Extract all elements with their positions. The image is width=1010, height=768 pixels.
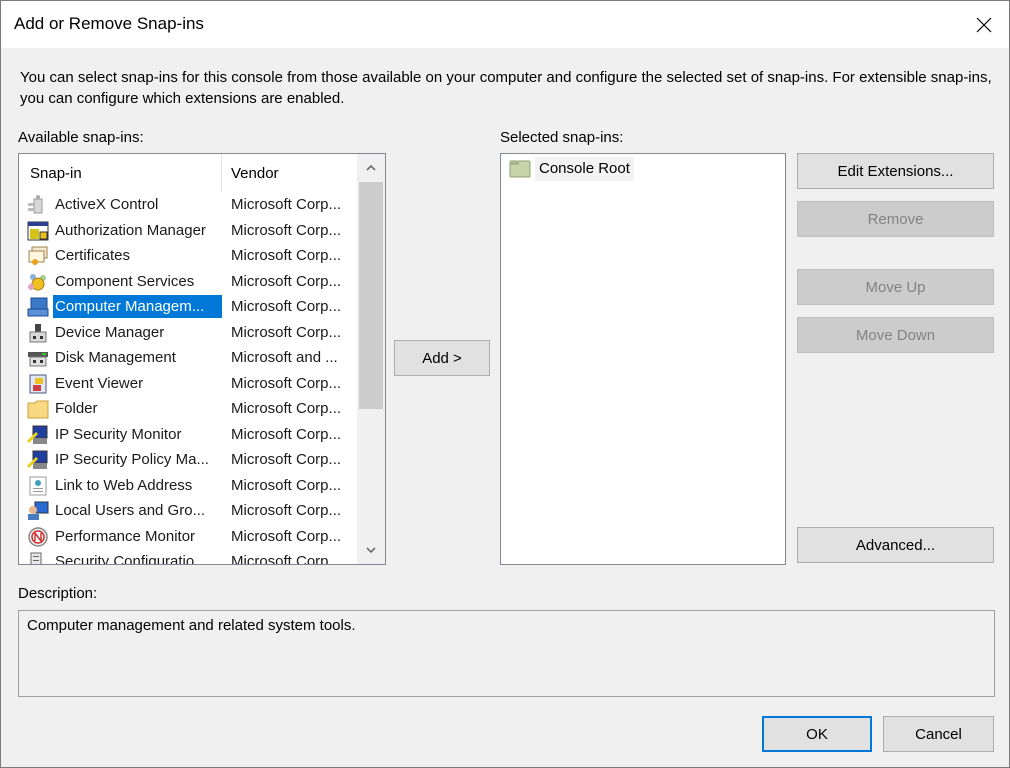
- folder-icon: [27, 400, 49, 419]
- snapin-name: Device Manager: [55, 323, 165, 341]
- snapin-name: Computer Managem...: [53, 295, 222, 318]
- move-down-button[interactable]: Move Down: [797, 317, 994, 353]
- snapin-row[interactable]: Certificates Microsoft Corp...: [19, 243, 357, 269]
- local-users-groups-icon: [28, 501, 49, 520]
- snapin-vendor: Microsoft Corp...: [231, 425, 342, 443]
- scroll-up-button[interactable]: [357, 154, 385, 182]
- selected-snapins-tree[interactable]: Console Root: [500, 153, 786, 565]
- scrollbar-thumb[interactable]: [359, 182, 383, 409]
- snapin-row[interactable]: Performance Monitor Microsoft Corp...: [19, 524, 357, 550]
- event-viewer-icon: [29, 374, 47, 393]
- tree-item-console-root[interactable]: Console Root: [509, 156, 634, 182]
- description-box: Computer management and related system t…: [18, 610, 995, 697]
- column-header-vendor[interactable]: Vendor: [223, 154, 355, 192]
- title-bar: Add or Remove Snap-ins: [1, 1, 1009, 48]
- snapin-row[interactable]: Link to Web Address Microsoft Corp...: [19, 473, 357, 499]
- security-configuration-icon: [30, 552, 42, 564]
- ip-security-policy-icon: [27, 450, 48, 469]
- column-header-snapin[interactable]: Snap-in: [19, 154, 222, 192]
- component-services-icon: [28, 273, 46, 290]
- snapin-row[interactable]: ActiveX Control Microsoft Corp...: [19, 192, 357, 218]
- add-remove-snapins-dialog: Add or Remove Snap-ins You can select sn…: [0, 0, 1010, 768]
- snapin-row[interactable]: Disk Management Microsoft and ...: [19, 345, 357, 371]
- snapin-name: Link to Web Address: [55, 476, 193, 494]
- snapin-name: Event Viewer: [55, 374, 144, 392]
- snapin-vendor: Microsoft Corp...: [231, 553, 342, 565]
- snapin-row[interactable]: Component Services Microsoft Corp...: [19, 269, 357, 295]
- description-label: Description:: [18, 585, 98, 602]
- snapin-row[interactable]: IP Security Monitor Microsoft Corp...: [19, 422, 357, 448]
- performance-monitor-icon: [28, 526, 48, 547]
- available-snapins-list[interactable]: Snap-in Vendor ActiveX Control Microsoft …: [18, 153, 386, 565]
- vertical-scrollbar[interactable]: [357, 154, 385, 564]
- snapin-row[interactable]: Computer Managem... Microsoft Corp...: [19, 294, 357, 320]
- snapin-name: IP Security Policy Ma...: [55, 451, 209, 468]
- snapin-vendor: Microsoft Corp...: [231, 247, 342, 264]
- certificates-icon: [28, 246, 48, 265]
- move-up-button[interactable]: Move Up: [797, 269, 994, 305]
- authorization-manager-icon: [27, 221, 49, 240]
- snapin-vendor: Microsoft Corp...: [231, 502, 342, 519]
- advanced-button[interactable]: Advanced...: [797, 527, 994, 563]
- device-manager-icon: [29, 323, 47, 342]
- snapin-name: Certificates: [55, 247, 131, 264]
- selected-snapins-label: Selected snap-ins:: [500, 129, 624, 146]
- close-icon: [976, 17, 992, 32]
- snapin-name: ActiveX Control: [55, 196, 159, 213]
- ok-button[interactable]: OK: [762, 716, 872, 752]
- snapin-vendor: Microsoft Corp...: [231, 298, 342, 315]
- snapin-row[interactable]: Security Configuratio... Microsoft Corp..…: [19, 549, 357, 565]
- snapin-row[interactable]: IP Security Policy Ma... Microsoft Corp..…: [19, 447, 357, 473]
- remove-button[interactable]: Remove: [797, 201, 994, 237]
- snapin-row[interactable]: Device Manager Microsoft Corp...: [19, 320, 357, 346]
- snapin-name: Local Users and Gro...: [55, 502, 206, 519]
- snapin-vendor: Microsoft Corp...: [231, 196, 342, 213]
- window-title: Add or Remove Snap-ins: [14, 14, 204, 33]
- snapin-row[interactable]: Event Viewer Microsoft Corp...: [19, 371, 357, 397]
- intro-text: You can select snap-ins for this console…: [20, 69, 992, 107]
- snapin-name: Security Configuratio...: [55, 553, 207, 565]
- link-web-address-icon: [29, 476, 47, 495]
- activex-icon: [28, 195, 43, 214]
- snapin-vendor: Microsoft Corp...: [231, 400, 342, 417]
- snapin-vendor: Microsoft Corp...: [231, 323, 342, 341]
- snapin-name: Disk Management: [55, 349, 176, 366]
- add-button[interactable]: Add >: [394, 340, 490, 376]
- snapin-vendor: Microsoft Corp...: [231, 221, 342, 239]
- snapin-name: Authorization Manager: [55, 221, 206, 239]
- snapin-vendor: Microsoft Corp...: [231, 476, 342, 494]
- snapin-vendor: Microsoft Corp...: [231, 374, 342, 392]
- snapin-vendor: Microsoft Corp...: [231, 451, 342, 468]
- snapin-name: Folder: [55, 400, 98, 417]
- snapin-row[interactable]: Authorization Manager Microsoft Corp...: [19, 218, 357, 244]
- disk-management-icon: [28, 352, 48, 367]
- cancel-button[interactable]: Cancel: [883, 716, 994, 752]
- snapin-row[interactable]: Local Users and Gro... Microsoft Corp...: [19, 498, 357, 524]
- tree-item-label: Console Root: [535, 157, 634, 181]
- snapin-name: Component Services: [55, 272, 195, 290]
- snapin-row[interactable]: Folder Microsoft Corp...: [19, 396, 357, 422]
- snapin-name: IP Security Monitor: [55, 425, 182, 443]
- snapin-vendor: Microsoft and ...: [231, 349, 338, 366]
- close-button[interactable]: [959, 1, 1009, 48]
- snapin-vendor: Microsoft Corp...: [231, 527, 342, 545]
- ip-security-monitor-icon: [27, 425, 48, 444]
- edit-extensions-button[interactable]: Edit Extensions...: [797, 153, 994, 189]
- computer-management-icon: [27, 297, 49, 317]
- scroll-down-button[interactable]: [357, 536, 385, 564]
- available-snapins-label: Available snap-ins:: [18, 129, 144, 146]
- snapin-name: Performance Monitor: [55, 527, 196, 545]
- snapin-vendor: Microsoft Corp...: [231, 272, 342, 290]
- chevron-down-icon: [366, 547, 376, 553]
- chevron-up-icon: [366, 165, 376, 171]
- console-root-folder-icon: [509, 160, 531, 178]
- available-rows: ActiveX Control Microsoft Corp... Authoriz…: [19, 192, 357, 565]
